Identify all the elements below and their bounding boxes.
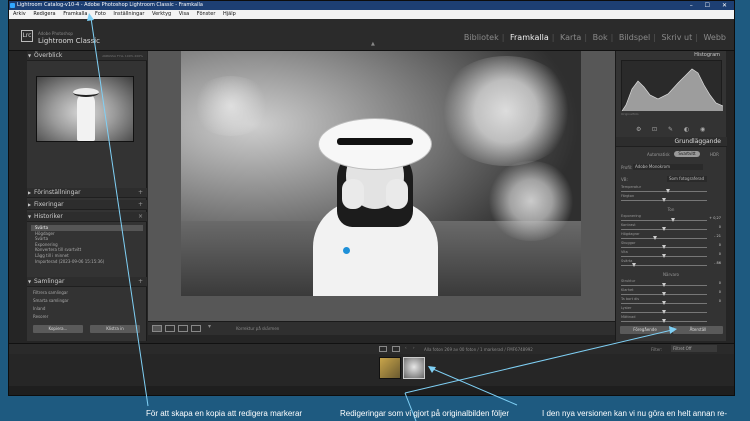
annotation-line-edits [432,368,518,406]
annotation-line-copy [90,17,149,407]
annotation-arrowhead [87,13,94,21]
caption-new-version: I den nya versionen kan vi nu göra en he… [542,409,728,418]
caption-edits: Redigeringar som vi gjort på originalbil… [340,409,509,418]
caption-copy: För att skapa en kopia att redigera mark… [146,409,303,418]
annotation-arrowhead [669,326,677,334]
annotation-lines [87,13,677,421]
annotation-line-version [404,329,673,394]
